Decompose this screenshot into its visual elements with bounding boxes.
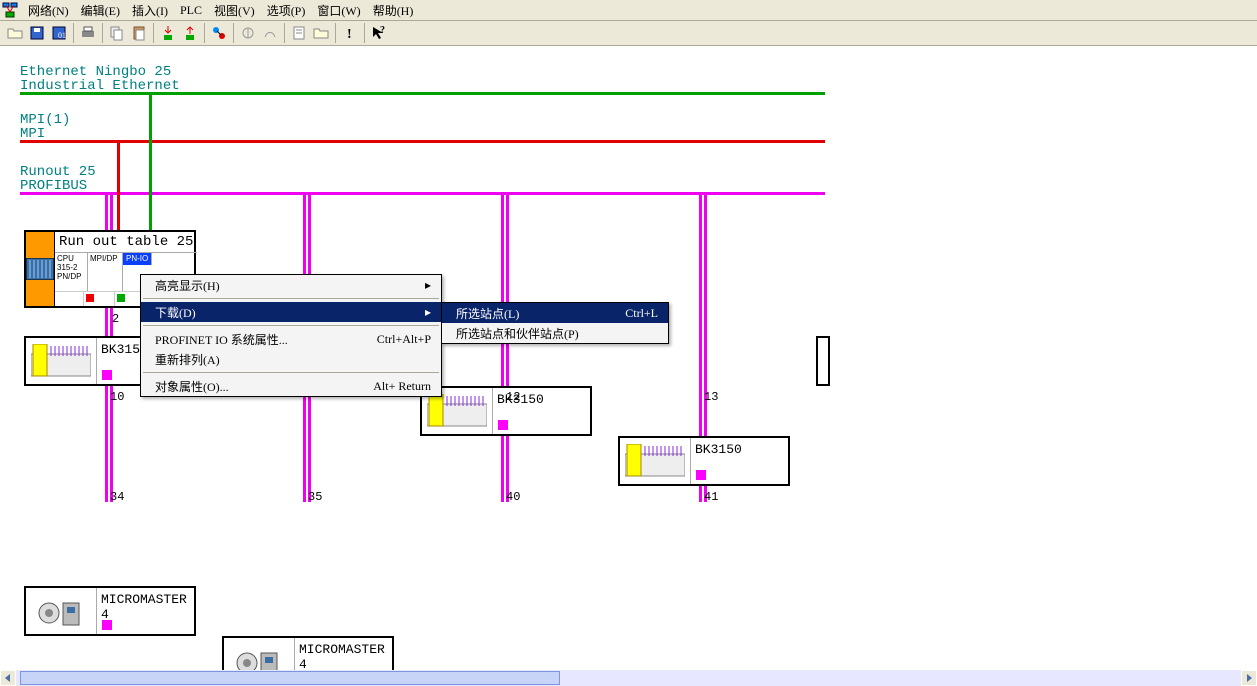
horizontal-scrollbar[interactable]: [0, 670, 1257, 686]
bk-addr-12: 12: [506, 390, 520, 404]
paste-icon[interactable]: [129, 23, 149, 43]
download-icon[interactable]: [158, 23, 178, 43]
device-partial[interactable]: [816, 336, 830, 386]
network-canvas[interactable]: Ethernet Ningbo 25 Industrial Ethernet M…: [0, 46, 1257, 670]
micromaster-icon: [26, 588, 97, 634]
ctx-highlight[interactable]: 高亮显示(H)▸: [141, 275, 441, 295]
mpi-line[interactable]: [20, 140, 825, 143]
copy-icon[interactable]: [107, 23, 127, 43]
cpu-slot-cpu[interactable]: CPU 315-2 PN/DP: [55, 253, 88, 291]
bk3150-icon: [26, 338, 97, 384]
pb-indicator: [102, 620, 112, 630]
mpi-drop-cpu: [117, 140, 120, 232]
cpu-title: Run out table 25: [55, 232, 197, 253]
separator: [143, 298, 439, 299]
eth-drop-cpu: [149, 92, 152, 232]
tool1-icon[interactable]: [238, 23, 258, 43]
tool2-icon[interactable]: [260, 23, 280, 43]
save-compile-icon[interactable]: 01: [49, 23, 69, 43]
app-icon: [2, 2, 18, 18]
open-icon[interactable]: [5, 23, 25, 43]
ethernet-line[interactable]: [20, 92, 825, 95]
bk3150-icon: [620, 438, 691, 484]
bk-addr-13: 13: [704, 390, 718, 404]
ctx-download[interactable]: 下载(D)▸: [141, 302, 441, 322]
scroll-right-icon[interactable]: [1241, 670, 1257, 686]
svg-text:?: ?: [380, 25, 385, 36]
menu-window[interactable]: 窗口(W): [311, 0, 366, 21]
menu-network[interactable]: 网络(N): [22, 0, 75, 21]
context-menu: 高亮显示(H)▸ 下载(D)▸ PROFINET IO 系统属性...Ctrl+…: [140, 274, 442, 397]
bps-addr-40: 40: [506, 490, 520, 504]
cpu-rack-icon: [26, 232, 55, 306]
warning-icon[interactable]: !: [340, 23, 360, 43]
properties-icon[interactable]: [289, 23, 309, 43]
mm-addr-35: 35: [308, 490, 322, 504]
micromaster-icon: [224, 638, 295, 670]
mm-addr-34: 34: [110, 490, 124, 504]
menu-edit[interactable]: 编辑(E): [75, 0, 126, 21]
pb-drop-3b: [506, 192, 509, 502]
pb-indicator: [498, 420, 508, 430]
bps-addr-41: 41: [704, 490, 718, 504]
ctx-download-selected-partners[interactable]: 所选站点和伙伴站点(P): [442, 323, 668, 343]
separator: [143, 325, 439, 326]
scroll-left-icon[interactable]: [0, 670, 16, 686]
ctx-profinet-props[interactable]: PROFINET IO 系统属性...Ctrl+Alt+P: [141, 329, 441, 349]
micromaster-label: MICROMASTER 4: [295, 638, 392, 670]
print-icon[interactable]: [78, 23, 98, 43]
menu-help[interactable]: 帮助(H): [367, 0, 420, 21]
menu-insert[interactable]: 插入(I): [126, 0, 174, 21]
help-cursor-icon[interactable]: ?: [369, 23, 389, 43]
cpu-slot-mpidp[interactable]: MPI/DP: [88, 253, 123, 291]
separator: [143, 372, 439, 373]
device-micromaster-34[interactable]: MICROMASTER 4: [24, 586, 196, 636]
cpu-address: 2: [112, 312, 119, 326]
context-submenu-download: 所选站点(L)Ctrl+L 所选站点和伙伴站点(P): [441, 302, 669, 344]
device-bk3150-13[interactable]: BK3150: [618, 436, 790, 486]
pb-drop-3: [501, 192, 504, 502]
save-icon[interactable]: [27, 23, 47, 43]
scroll-track[interactable]: [16, 670, 1241, 686]
device-micromaster-35[interactable]: MICROMASTER 4: [222, 636, 394, 670]
scroll-thumb[interactable]: [20, 671, 560, 685]
menu-options[interactable]: 选项(P): [261, 0, 312, 21]
pb-indicator: [696, 470, 706, 480]
folder-icon[interactable]: [311, 23, 331, 43]
toolbar: 01 ! ?: [0, 21, 1257, 46]
svg-text:!: !: [347, 27, 352, 41]
menu-bar: 网络(N) 编辑(E) 插入(I) PLC 视图(V) 选项(P) 窗口(W) …: [0, 0, 1257, 21]
menu-view[interactable]: 视图(V): [208, 0, 261, 21]
bk-addr-10: 10: [110, 390, 124, 404]
cpu-slot-pnio[interactable]: PN-IO: [123, 253, 152, 265]
ctx-download-selected[interactable]: 所选站点(L)Ctrl+L: [442, 303, 668, 323]
netconfig-icon[interactable]: [209, 23, 229, 43]
svg-text:01: 01: [58, 31, 66, 40]
pb-indicator: [102, 370, 112, 380]
upload-icon[interactable]: [180, 23, 200, 43]
menu-plc[interactable]: PLC: [174, 1, 208, 20]
ctx-rearrange[interactable]: 重新排列(A): [141, 349, 441, 369]
ctx-object-props[interactable]: 对象属性(O)...Alt+ Return: [141, 376, 441, 396]
